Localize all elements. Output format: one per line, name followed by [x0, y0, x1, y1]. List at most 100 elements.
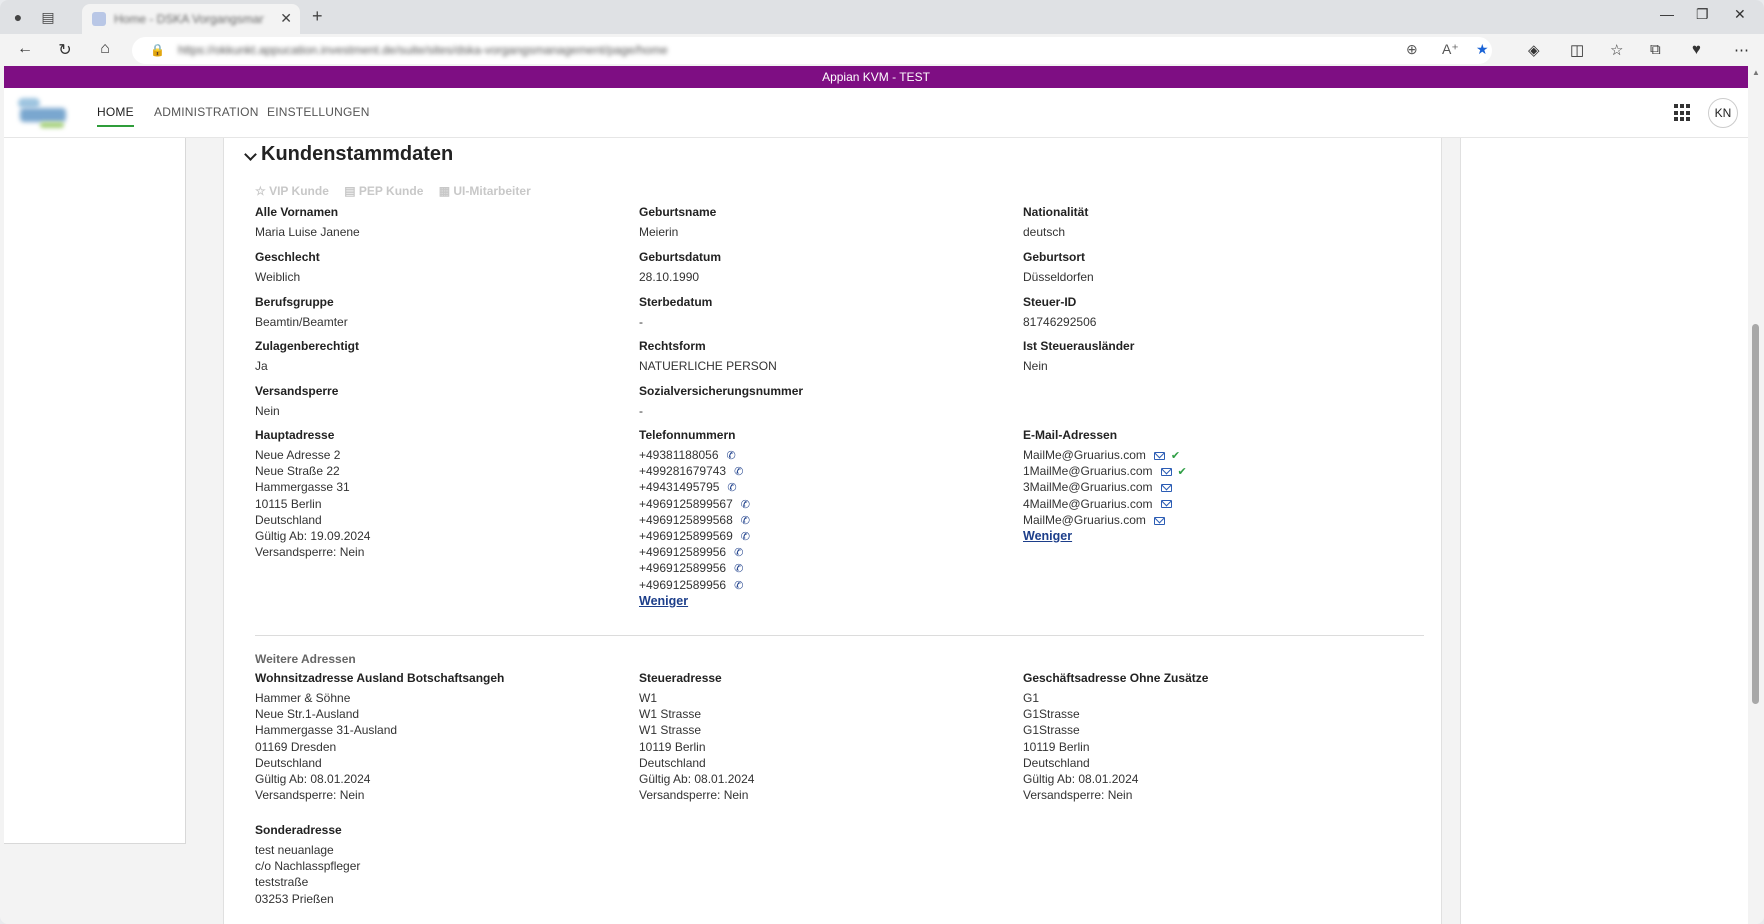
customer-flags: ☆ VIP Kunde ▤ PEP Kunde ▦ UI-Mitarbeiter: [255, 184, 543, 198]
left-panel: [4, 138, 186, 844]
field-geburtsdatum: Geburtsdatum 28.10.1990: [639, 248, 1029, 285]
address-line: 10119 Berlin: [1023, 739, 1090, 754]
phone-number: +496912589956: [639, 545, 727, 560]
phone-call-icon[interactable]: ✆: [727, 450, 736, 462]
field-steueradresse: Steueradresse W1 W1 Strasse W1 Strasse 1…: [639, 669, 1029, 803]
phone-number: +496912589956: [639, 577, 727, 592]
user-avatar[interactable]: KN: [1708, 98, 1738, 128]
phones-show-less-link[interactable]: Weniger: [639, 594, 688, 608]
field-value: Ja: [255, 359, 268, 373]
nav-einstellungen[interactable]: EINSTELLUNGEN: [267, 105, 370, 119]
valid-from: Gültig Ab: 08.01.2024: [255, 771, 371, 786]
phone-call-icon[interactable]: ✆: [741, 515, 750, 527]
scroll-up-icon[interactable]: ▲: [1752, 68, 1760, 77]
email-row: MailMe@Gruarius.com: [1023, 512, 1413, 528]
address-line: W1 Strasse: [639, 723, 702, 738]
minimize-icon[interactable]: —: [1660, 6, 1674, 22]
address-line: W1: [639, 691, 657, 705]
field-value: Düsseldorfen: [1023, 270, 1094, 284]
close-tab-icon[interactable]: ✕: [280, 10, 292, 27]
send-mail-icon[interactable]: [1160, 500, 1172, 509]
app-launcher-icon[interactable]: [1674, 104, 1692, 122]
zoom-icon[interactable]: ⊕: [1406, 41, 1418, 58]
page-scrollbar[interactable]: ▲: [1748, 66, 1764, 924]
profile-icon[interactable]: ●: [8, 7, 28, 27]
field-geschlecht: Geschlecht Weiblich: [255, 248, 645, 285]
back-icon[interactable]: ←: [14, 40, 36, 60]
refresh-icon[interactable]: ↻: [54, 40, 76, 60]
email-address: 4MailMe@Gruarius.com: [1023, 496, 1153, 511]
field-value: Maria Luise Janene: [255, 225, 360, 239]
send-mail-icon[interactable]: [1160, 468, 1172, 477]
address-line: Deutschland: [255, 512, 322, 527]
emails-show-less-link[interactable]: Weniger: [1023, 529, 1072, 543]
field-sonderadresse: Sonderadresse test neuanlage c/o Nachlas…: [255, 821, 645, 907]
app-logo[interactable]: [16, 94, 68, 132]
mail-block-status: Versandsperre: Nein: [255, 545, 365, 560]
phone-number: +49381188056: [639, 448, 719, 462]
phone-row: +49431495795 ✆: [639, 479, 1029, 495]
address-line: G1Strasse: [1023, 707, 1080, 722]
scrollbar-thumb[interactable]: [1752, 324, 1759, 704]
phone-call-icon[interactable]: ✆: [741, 499, 750, 511]
section-title: Kundenstammdaten: [261, 143, 454, 165]
field-hauptadresse: Hauptadresse Neue Adresse 2 Neue Straße …: [255, 426, 645, 560]
pep-flag: ▤ PEP Kunde: [344, 184, 424, 198]
field-rechtsform: Rechtsform NATUERLICHE PERSON: [639, 337, 1029, 374]
phone-call-icon[interactable]: ✆: [734, 563, 743, 575]
phone-row: +49381188056 ✆: [639, 447, 1029, 463]
close-window-icon[interactable]: ✕: [1734, 6, 1746, 23]
tab-actions-icon[interactable]: ▤: [38, 7, 58, 27]
collapse-chevron-icon[interactable]: [244, 148, 257, 161]
app-header: HOME ADMINISTRATION EINSTELLUNGEN KN: [4, 88, 1748, 138]
field-value: NATUERLICHE PERSON: [639, 359, 777, 373]
phone-call-icon[interactable]: ✆: [741, 531, 750, 543]
field-label: Alle Vornamen: [255, 205, 339, 219]
email-row: MailMe@Gruarius.com ✔: [1023, 447, 1413, 463]
address-row: ← ↻ ⌂ 🔒 https://okkunkt.appucation.inves…: [0, 34, 1764, 66]
phone-number: +4969125899568: [639, 512, 733, 527]
nav-administration[interactable]: ADMINISTRATION: [154, 105, 259, 119]
address-line: 01169 Dresden: [255, 739, 337, 754]
send-mail-icon[interactable]: [1153, 516, 1165, 525]
address-bar[interactable]: 🔒 https://okkunkt.appucation.investment.…: [132, 37, 1492, 64]
field-label: Geburtsdatum: [639, 250, 722, 264]
send-mail-icon[interactable]: [1153, 451, 1165, 460]
field-value: deutsch: [1023, 225, 1066, 239]
nav-home[interactable]: HOME: [97, 105, 134, 127]
split-screen-icon[interactable]: ◫: [1570, 41, 1584, 59]
phone-call-icon[interactable]: ✆: [734, 547, 743, 559]
field-berufsgruppe: Berufsgruppe Beamtin/Beamter: [255, 293, 645, 330]
field-geburtsname: Geburtsname Meierin: [639, 203, 1029, 240]
phone-row: +4969125899568 ✆: [639, 512, 1029, 528]
address-line: teststraße: [255, 875, 309, 890]
field-value: -: [639, 404, 643, 418]
extensions-icon[interactable]: ◈: [1528, 41, 1540, 59]
address-line: Neue Str.1-Ausland: [255, 707, 360, 722]
field-label: Telefonnummern: [639, 428, 736, 442]
collections-icon[interactable]: ⧉: [1650, 41, 1661, 58]
home-icon[interactable]: ⌂: [94, 40, 116, 60]
phone-call-icon[interactable]: ✆: [727, 482, 736, 494]
field-label: Ist Steuerausländer: [1023, 339, 1135, 353]
favorites-icon[interactable]: ☆: [1610, 41, 1623, 59]
phone-row: +4969125899567 ✆: [639, 496, 1029, 512]
phone-call-icon[interactable]: ✆: [734, 466, 743, 478]
field-label: E-Mail-Adressen: [1023, 428, 1118, 442]
browser-essentials-icon[interactable]: ♥: [1692, 41, 1701, 58]
lock-icon[interactable]: 🔒: [150, 43, 165, 57]
send-mail-icon[interactable]: [1160, 484, 1172, 493]
field-value: -: [639, 315, 643, 329]
more-menu-icon[interactable]: ⋯: [1734, 41, 1749, 59]
phone-number: +4969125899569: [639, 528, 733, 543]
phone-row: +496912589956 ✆: [639, 577, 1029, 593]
new-tab-button[interactable]: +: [312, 6, 323, 27]
favorite-star-icon[interactable]: ★: [1476, 41, 1489, 58]
browser-tab[interactable]: Home - DSKA Vorgangsmanagement ✕: [82, 4, 300, 34]
phone-row: +496912589956 ✆: [639, 560, 1029, 576]
url-text[interactable]: https://okkunkt.appucation.investment.de…: [178, 43, 798, 57]
restore-icon[interactable]: ❐: [1696, 6, 1709, 23]
valid-from: Gültig Ab: 08.01.2024: [1023, 771, 1139, 786]
read-aloud-icon[interactable]: A⁺: [1442, 41, 1459, 58]
phone-call-icon[interactable]: ✆: [734, 580, 743, 592]
